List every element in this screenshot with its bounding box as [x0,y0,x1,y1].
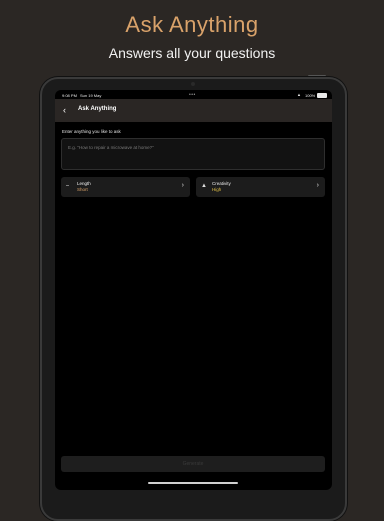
chevron-right-icon: › [316,182,319,189]
back-arrow-icon[interactable]: ‹ [63,105,66,115]
status-bar: 9:08 PM Sun 19 May ••• ▲ 100% [55,90,332,99]
app-screen: 9:08 PM Sun 19 May ••• ▲ 100% ‹ Ask Anyt… [55,90,332,490]
prompt-label: Enter anything you like to ask [62,129,121,134]
creativity-value: High [212,187,222,192]
prompt-placeholder: E.g. "How to repair a microwave at home?… [68,145,154,150]
status-date: Sun 19 May [80,93,102,98]
generate-button[interactable]: Generate [61,456,325,472]
multitasking-dots[interactable]: ••• [189,92,196,98]
wifi-icon: ▲ [297,92,301,97]
navigation-bar: ‹ Ask Anything [55,99,332,122]
hat-icon: ▲ [201,183,207,189]
battery-percent: 100% [305,93,316,98]
prompt-input[interactable]: E.g. "How to repair a microwave at home?… [61,138,325,170]
length-label: Length [77,181,91,186]
chevron-right-icon: › [181,182,184,189]
page-title: Ask Anything [78,106,117,112]
length-value: Short [77,187,88,192]
length-option[interactable]: ⎯ Length Short › [61,177,190,197]
hero-subtitle: Answers all your questions [108,45,276,61]
tablet-frame: 9:08 PM Sun 19 May ••• ▲ 100% ‹ Ask Anyt… [40,77,347,521]
creativity-label: Creativity [212,181,231,186]
camera [191,82,195,86]
home-indicator[interactable] [148,482,238,484]
creativity-option[interactable]: ▲ Creativity High › [196,177,325,197]
status-time: 9:08 PM [62,93,77,98]
battery-icon [317,93,327,98]
ruler-icon: ⎯ [66,183,70,189]
hero-title: Ask Anything [125,12,259,37]
